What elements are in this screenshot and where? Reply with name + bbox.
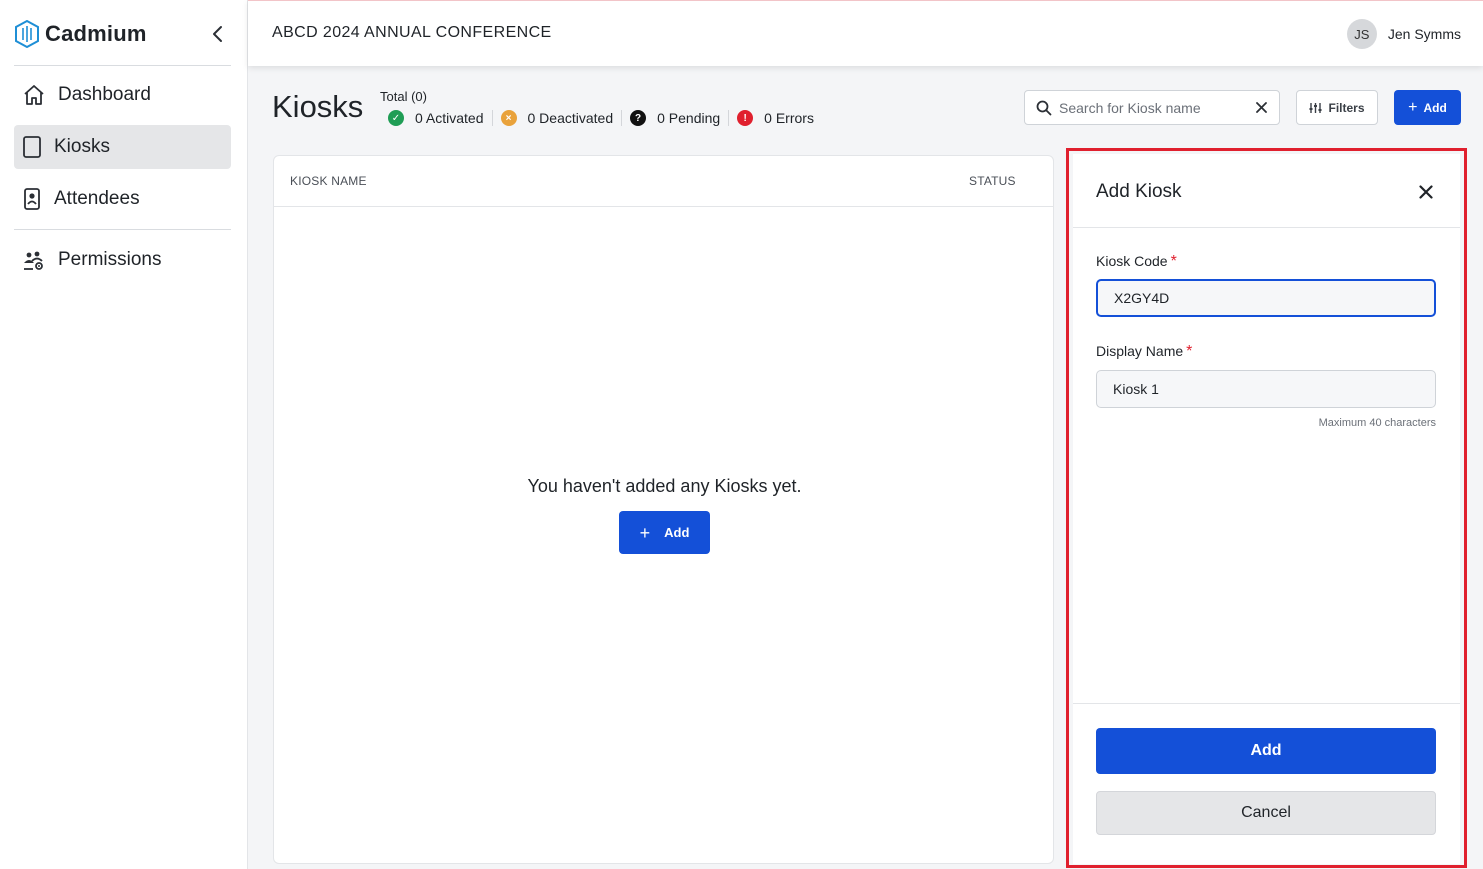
required-asterisk: * [1170,253,1177,270]
sidebar-item-attendees[interactable]: Attendees [14,177,231,221]
page-title: Kiosks [272,89,364,124]
collapse-sidebar-button[interactable] [206,22,230,46]
status-summary: ✓ 0 Activated × 0 Deactivated ? 0 Pendin… [388,109,814,127]
stat-label: 0 Activated [415,110,484,126]
sidebar-item-label: Attendees [54,188,140,209]
table-header: KIOSK NAME STATUS [274,156,1053,207]
stat-divider [491,110,493,126]
sidebar-item-label: Permissions [58,249,162,270]
event-title: ABCD 2024 ANNUAL CONFERENCE [272,24,552,41]
sidebar-divider [14,65,231,66]
search-icon [1035,99,1053,117]
total-count: Total (0) [380,89,427,104]
check-circle-icon: ✓ [388,110,404,126]
drawer-title: Add Kiosk [1096,181,1182,202]
stat-deactivated: × 0 Deactivated [500,109,614,127]
sidebar-item-label: Dashboard [58,84,151,105]
stat-pending: ? 0 Pending [630,109,720,127]
home-icon [22,83,46,107]
sidebar-divider [14,229,231,230]
brand-name: Cadmium [45,21,147,46]
stat-label: 0 Errors [764,110,814,126]
stat-label: 0 Deactivated [527,110,614,126]
tablet-icon [20,135,44,159]
users-gear-icon [22,248,46,272]
top-header: ABCD 2024 ANNUAL CONFERENCE JS Jen Symms [248,0,1483,66]
empty-state-message: You haven't added any Kiosks yet. [527,476,802,496]
close-icon[interactable] [1414,180,1438,204]
kiosk-code-label: Kiosk Code * [1096,253,1177,271]
add-label: Add [664,525,690,540]
user-menu[interactable]: JS Jen Symms [1346,19,1461,49]
add-label: Add [1423,100,1447,115]
plus-icon: + [1408,98,1418,116]
display-name-hint: Maximum 40 characters [1318,417,1436,429]
sidebar: Cadmium Dashboard Kiosks Attendees Permi… [0,0,248,869]
column-header-status[interactable]: STATUS [969,174,1016,188]
clear-search-icon[interactable] [1252,99,1270,117]
avatar[interactable]: JS [1346,19,1377,49]
x-circle-icon: × [500,110,517,126]
error-circle-icon: ! [737,110,754,126]
cadmium-logo-icon [15,20,39,48]
sidebar-item-label: Kiosks [54,136,110,157]
chevron-left-icon [213,26,222,42]
add-kiosk-drawer: Add Kiosk Kiosk Code* Display Name* Maxi… [1073,154,1460,864]
stat-activated: ✓ 0 Activated [388,109,484,127]
search-box[interactable] [1024,90,1280,125]
column-header-kiosk-name[interactable]: KIOSK NAME [290,174,367,188]
drawer-cancel-button[interactable]: Cancel [1096,791,1436,835]
display-name-label: Display Name * [1096,343,1192,361]
stat-errors: ! 0 Errors [737,109,814,127]
sliders-icon [1309,102,1322,114]
required-asterisk: * [1186,343,1193,360]
kiosk-code-input[interactable] [1096,279,1436,317]
sidebar-item-kiosks[interactable]: Kiosks [14,125,231,169]
label-text: Kiosk Code [1096,253,1168,269]
add-kiosk-button[interactable]: + Add [1394,90,1461,125]
stat-divider [621,110,623,126]
drawer-divider [1073,227,1460,228]
empty-state-add-button[interactable]: + Add [619,511,710,554]
search-input[interactable] [1059,99,1249,116]
badge-icon [20,187,44,211]
sidebar-item-permissions[interactable]: Permissions [14,238,231,282]
stat-label: 0 Pending [657,110,721,126]
kiosks-table: KIOSK NAME STATUS You haven't added any … [273,155,1054,864]
display-name-input[interactable] [1096,370,1436,408]
label-text: Display Name [1096,343,1184,359]
user-name[interactable]: Jen Symms [1388,26,1461,42]
plus-icon: + [639,522,651,543]
drawer-footer-divider [1073,703,1460,704]
filters-label: Filters [1328,100,1365,115]
drawer-add-button[interactable]: Add [1096,728,1436,774]
question-circle-icon: ? [630,110,647,126]
brand[interactable]: Cadmium [14,18,147,50]
filters-button[interactable]: Filters [1296,90,1378,125]
stat-divider [728,110,730,126]
sidebar-item-dashboard[interactable]: Dashboard [14,73,231,117]
